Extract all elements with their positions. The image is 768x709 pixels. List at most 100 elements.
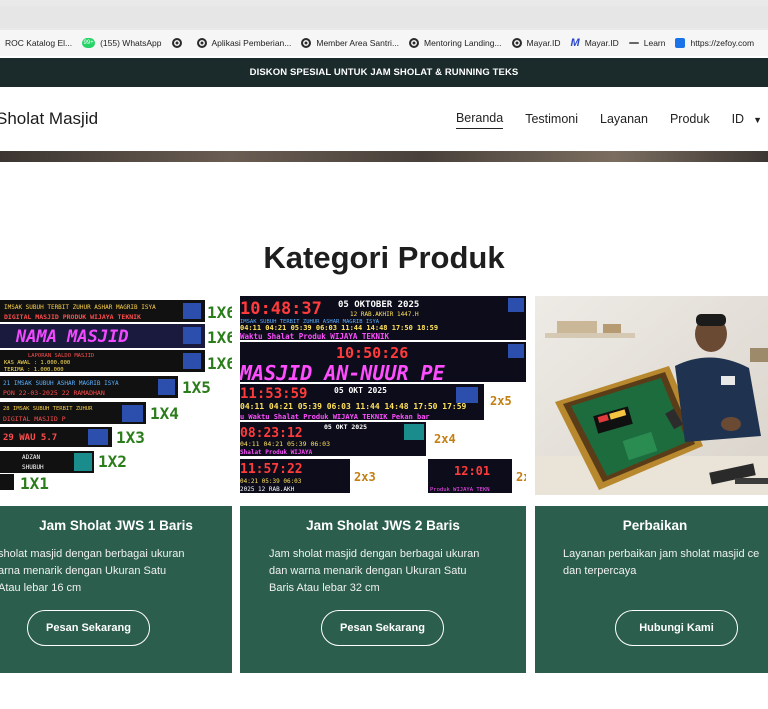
thumbs-up-icon [675,38,686,48]
bookmark-label: Member Area Santri... [316,38,400,48]
description-line: Baris Atau lebar 32 cm [269,582,380,594]
nav-beranda[interactable]: Beranda [455,111,504,129]
product-image-jws-2: 10:48:37 05 OKTOBER 2025 12 RAB.AKHIR 14… [240,296,526,495]
led-display-illustration-1: IMSAK SUBUH TERBIT ZUHUR ASHAR MAGRIB IS… [0,296,232,495]
language-selector[interactable]: ID ▼ [732,112,762,129]
announcement-bar: DISKON SPESIAL UNTUK JAM SHOLAT & RUNNIN… [0,58,768,87]
product-image-jws-1: IMSAK SUBUH TERBIT ZUHUR ASHAR MAGRIB IS… [0,296,232,495]
clock-text: 08:23:12 [240,426,303,441]
address-bar[interactable] [0,6,768,28]
card-title: Jam Sholat JWS 1 Baris [39,518,193,533]
bookmark-roc-katalog[interactable]: ROC Katalog El... [0,30,77,56]
bookmark-label: Mayar.ID [584,38,619,48]
bookmark-mayar-2[interactable]: M Mayar.ID [566,30,624,56]
size-label: 1X2 [98,452,127,471]
hero-image-strip [0,151,768,162]
size-label: 1X5 [182,378,211,397]
led-text: LAPORAN SALDO MASJID [28,353,94,359]
hijri-text: 12 RAB.AKHIR 1447.H [350,311,419,318]
language-label: ID [731,111,745,126]
bookmark-member-area[interactable]: Member Area Santri... [296,30,404,56]
globe-icon [301,38,312,48]
card-body: Jam Sholat JWS 2 Baris Jam sholat masjid… [240,506,526,673]
bookmark-label: ROC Katalog El... [5,38,73,48]
announcement-text: DISKON SPESIAL UNTUK JAM SHOLAT & RUNNIN… [249,67,519,78]
description-line: Layanan perbaikan jam sholat masjid ce [563,548,760,560]
clock-text: 10:50:26 [336,344,408,362]
bookmark-label: Mayar.ID [526,38,561,48]
size-label: 1X4 [150,404,179,423]
size-label: 1X6 [207,328,232,347]
description-line: dan warna menarik dengan Ukuran Satu [269,565,467,577]
main-nav: Beranda Testimoni Layanan Produk ID ▼ [434,111,762,129]
size-label: 1X1 [20,474,49,493]
description-line: Atau lebar 16 cm [0,582,82,594]
card-description: sholat masjid dengan berbagai ukuran arn… [0,546,185,597]
bookmark-zefoy[interactable]: https://zefoy.com [670,30,759,56]
led-text: 28 IMSAK SUBUH TERBIT ZUHUR [3,406,93,412]
bookmark-label: https://zefoy.com [690,38,755,48]
card-title: Perbaikan [622,518,688,533]
date-text: 2025 12 RAB.AKH [240,486,295,493]
order-now-button[interactable]: Pesan Sekarang [321,610,444,646]
masjid-name: MASJID AN-NUUR PE [240,361,446,385]
bookmark-learn[interactable]: Learn [624,30,671,56]
order-now-button[interactable]: Pesan Sekarang [27,610,150,646]
led-text: KAS AWAL : 1.000.000 [4,360,70,366]
globe-icon [409,38,420,48]
bookmark-mayar-1[interactable]: Mayar.ID [507,30,566,56]
scroll-text: Shalat Produk WIJAYA [240,449,313,456]
card-title: Jam Sholat JWS 2 Baris [306,518,460,533]
bookmark-label: (155) WhatsApp [100,38,162,48]
size-label: 1X6 [207,354,232,373]
card-body: Jam Sholat JWS 1 Baris sholat masjid den… [0,506,232,673]
section-title: Kategori Produk [263,240,505,275]
site-brand[interactable]: Sholat Masjid [0,109,98,129]
nav-layanan[interactable]: Layanan [600,112,648,129]
card-description: Layanan perbaikan jam sholat masjid ce d… [563,546,759,580]
led-text: IMSAK SUBUH TERBIT ZUHUR ASHAR MAGRIB IS… [4,304,156,311]
description-line: arna menarik dengan Ukuran Satu [0,565,167,577]
repair-photo [535,296,768,495]
scroll-text: Waktu Shalat Produk WIJAYA TEKNIK [240,332,389,341]
bookmark-globe[interactable] [167,30,192,56]
size-label: 2x4 [434,432,456,446]
date-text: 05 OKT 2025 [324,423,367,431]
globe-icon [511,38,522,48]
date-text: 05 OKT 2025 [334,386,387,395]
bookmark-aplikasi[interactable]: Aplikasi Pemberian... [192,30,297,56]
bookmark-whatsapp[interactable]: 99+ (155) WhatsApp [77,30,166,56]
prayer-times: 04:11 04:21 05:39 06:03 [240,440,330,448]
bookmark-mentoring[interactable]: Mentoring Landing... [404,30,507,56]
led-text: PON 22-03-2025 22 RAMADHAN [3,389,105,397]
led-text: TERIMA : 1.000.000 [4,367,64,373]
prayer-times: 04:11 04:21 05:39 06:03 11:44 14:48 17:5… [240,324,438,332]
browser-toolbar [0,0,768,30]
nav-produk[interactable]: Produk [670,112,710,129]
globe-icon [171,38,182,48]
caret-down-icon: ▼ [753,114,762,125]
scroll-text: u Waktu Shalat Produk WIJAYA TEKNIK Peka… [240,413,430,421]
led-text: SHUBUH [22,464,44,471]
clock-text: 12:01 [454,464,490,478]
bookmark-label: Learn [643,38,666,48]
site-header: Sholat Masjid Beranda Testimoni Layanan … [0,87,768,151]
scroll-text: Produk WIJAYA TEKN [430,487,490,493]
bookmarks-bar: ROC Katalog El... 99+ (155) WhatsApp Apli… [0,30,768,56]
size-label: 1X3 [116,428,145,447]
globe-icon [196,38,207,48]
clock-text: 11:53:59 [240,386,307,402]
clock-text: 10:48:37 [240,299,322,319]
learn-icon [628,42,639,44]
date-text: 05 OKTOBER 2025 [338,300,419,310]
led-text: 29 WAU 5.7 [3,433,57,443]
size-label: 2x [516,470,526,484]
prayer-times: 04:11 04:21 05:39 06:03 11:44 14:48 17:5… [240,402,467,411]
description-line: Jam sholat masjid dengan berbagai ukuran [269,548,480,560]
size-label: 2x5 [490,394,512,408]
nav-testimoni[interactable]: Testimoni [525,112,578,129]
whatsapp-icon: 99+ [82,38,96,48]
led-display-illustration-2: 10:48:37 05 OKTOBER 2025 12 RAB.AKHIR 14… [240,296,526,495]
contact-us-button[interactable]: Hubungi Kami [615,610,738,646]
clock-text: 11:57:22 [240,462,303,477]
